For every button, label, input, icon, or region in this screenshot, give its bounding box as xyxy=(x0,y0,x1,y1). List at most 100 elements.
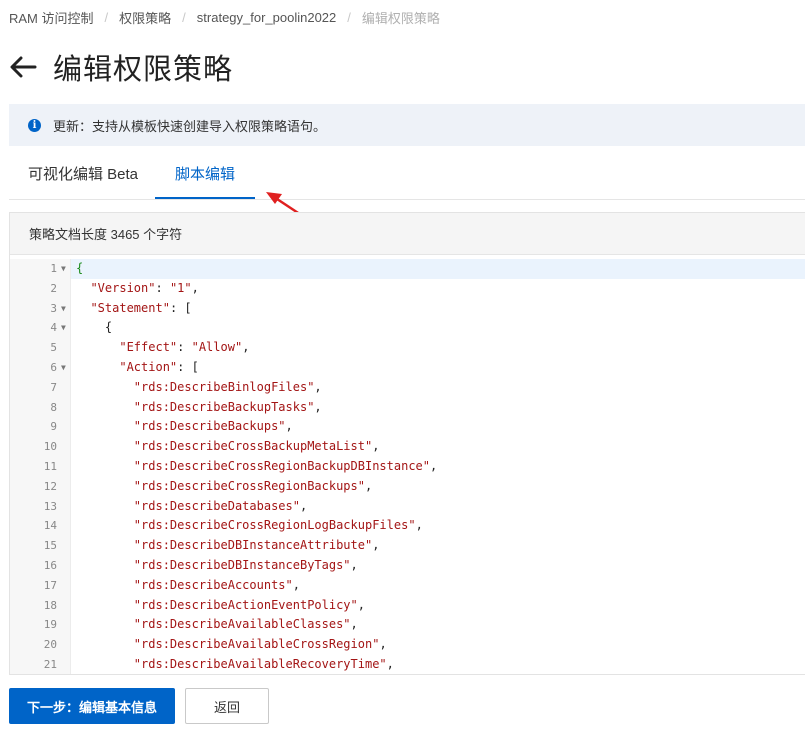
json-bracket: { xyxy=(104,320,113,335)
breadcrumb: RAM 访问控制 / 权限策略 / strategy_for_poolin202… xyxy=(9,8,440,26)
code-line: 5 "Effect": "Allow", xyxy=(10,338,805,358)
fold-toggle-icon[interactable]: ▼ xyxy=(61,358,66,378)
line-number: 1 xyxy=(50,262,57,275)
code-line: 14 "rds:DescribeCrossRegionLogBackupFile… xyxy=(10,516,805,536)
code-line: 9 "rds:DescribeBackups", xyxy=(10,417,805,437)
json-value: "rds:DescribeDatabases" xyxy=(133,498,300,513)
code-text: "rds:DescribeCrossRegionBackups", xyxy=(133,478,373,493)
info-icon: i xyxy=(28,118,41,132)
code-lines: 1 ▼{2 "Version": "1", 3 ▼ "Statement": [4 ▼ … xyxy=(10,259,805,674)
code-line: 4 ▼ { xyxy=(10,318,805,338)
breadcrumb-policies[interactable]: 权限策略 xyxy=(119,8,171,27)
next-step-button[interactable]: 下一步：编辑基本信息 xyxy=(9,688,175,724)
line-number: 2 xyxy=(50,281,57,295)
code-text: "rds:DescribeDatabases", xyxy=(133,498,308,513)
code-text: "rds:DescribeCrossRegionBackupDBInstance… xyxy=(133,458,438,473)
line-number: 19 xyxy=(43,618,57,632)
policy-editor: 策略文档长度 3465 个字符 1 ▼ {2 "Version": "1", 3 ▼ "… xyxy=(9,212,805,675)
title-row: 编辑权限策略 xyxy=(9,46,233,88)
json-key: "Effect" xyxy=(119,340,178,355)
json-value: "rds:DescribeCrossRegionLogBackupFiles" xyxy=(133,518,416,533)
json-value: "rds:DescribeCrossBackupMetaList" xyxy=(133,439,373,454)
line-number: 6 xyxy=(50,360,57,374)
code-text: "rds:DescribeCrossRegionLogBackupFiles", xyxy=(133,518,423,533)
line-number: 20 xyxy=(43,638,57,652)
tab-script-editor[interactable]: 脚本编辑 xyxy=(155,152,255,198)
code-line: 12 "rds:DescribeCrossRegionBackups", xyxy=(10,477,805,497)
code-line: 16 "rds:DescribeDBInstanceByTags", xyxy=(10,556,805,576)
json-value: "rds:DescribeDBInstanceByTags" xyxy=(133,557,351,572)
line-number: 21 xyxy=(43,657,57,671)
json-value: "rds:DescribeAvailableClasses" xyxy=(133,617,351,632)
editor-tabs: 可视化编辑 Beta 脚本编辑 xyxy=(9,152,805,200)
code-text: "Version": "1", xyxy=(90,280,199,295)
line-number: 14 xyxy=(43,519,57,533)
line-number: 15 xyxy=(43,539,57,553)
json-value: "Allow" xyxy=(191,340,243,355)
code-text: "rds:DescribeDBInstanceAttribute", xyxy=(133,538,380,553)
code-text: "rds:DescribeBinlogFiles", xyxy=(133,379,322,394)
json-bracket: { xyxy=(76,261,84,275)
json-key: "Statement" xyxy=(90,300,170,315)
code-text: "Effect": "Allow", xyxy=(119,340,250,355)
json-value: "rds:DescribeBinlogFiles" xyxy=(133,379,315,394)
code-line: 20 "rds:DescribeAvailableCrossRegion", xyxy=(10,635,805,655)
footer-actions: 下一步：编辑基本信息 返回 xyxy=(9,688,269,724)
line-number: 7 xyxy=(50,380,57,394)
json-value: "rds:DescribeBackupTasks" xyxy=(133,399,315,414)
breadcrumb-ram[interactable]: RAM 访问控制 xyxy=(9,8,94,27)
fold-toggle-icon[interactable]: ▼ xyxy=(61,318,66,338)
json-key: "Version" xyxy=(90,280,156,295)
code-text: "rds:DescribeCrossBackupMetaList", xyxy=(133,439,380,454)
breadcrumb-policy-name[interactable]: strategy_for_poolin2022 xyxy=(197,10,337,25)
line-number: 16 xyxy=(43,558,57,572)
code-text: "Action": [ xyxy=(119,359,199,374)
code-text: { xyxy=(71,318,805,338)
code-area[interactable]: 1 ▼{2 "Version": "1", 3 ▼ "Statement": [4 ▼ … xyxy=(10,259,805,674)
tab-visual-editor[interactable]: 可视化编辑 Beta xyxy=(28,152,138,198)
breadcrumb-separator: / xyxy=(347,9,351,25)
code-line: 15 "rds:DescribeDBInstanceAttribute", xyxy=(10,536,805,556)
line-number: 10 xyxy=(43,440,57,454)
fold-toggle-icon[interactable]: ▼ xyxy=(61,259,66,279)
json-value: "rds:DescribeAvailableCrossRegion" xyxy=(133,637,380,652)
json-bracket: [ xyxy=(184,300,192,315)
fold-toggle-icon[interactable]: ▼ xyxy=(61,299,66,319)
code-text: "Statement": [ xyxy=(90,300,192,315)
update-notice: i 更新：支持从模板快速创建导入权限策略语句。 xyxy=(9,104,805,146)
document-length: 策略文档长度 3465 个字符 xyxy=(10,213,805,255)
code-line: 1 ▼ { xyxy=(10,259,805,279)
page-title: 编辑权限策略 xyxy=(53,54,234,86)
code-line: 6 ▼ "Action": [ xyxy=(10,358,805,378)
line-number: 5 xyxy=(50,341,57,355)
code-line: 8 "rds:DescribeBackupTasks", xyxy=(10,398,805,418)
code-text: "rds:DescribeBackupTasks", xyxy=(133,399,322,414)
json-value: "rds:DescribeCrossRegionBackupDBInstance… xyxy=(133,458,431,473)
code-text: "rds:DescribeAccounts", xyxy=(133,577,300,592)
code-text: { xyxy=(71,259,805,279)
line-number: 13 xyxy=(43,499,57,513)
active-tab-indicator xyxy=(155,197,255,199)
code-line: 19 "rds:DescribeAvailableClasses", xyxy=(10,615,805,635)
breadcrumb-separator: / xyxy=(104,9,109,25)
code-text: "rds:DescribeAvailableCrossRegion", xyxy=(133,637,387,652)
json-value: "rds:DescribeAvailableRecoveryTime" xyxy=(133,656,387,671)
code-line: 11 "rds:DescribeCrossRegionBackupDBInsta… xyxy=(10,457,805,477)
line-number: 12 xyxy=(43,479,57,493)
breadcrumb-current: 编辑权限策略 xyxy=(361,10,440,26)
json-value: "rds:DescribeActionEventPolicy" xyxy=(133,597,358,612)
code-line: 13 "rds:DescribeDatabases", xyxy=(10,497,805,517)
code-text: "rds:DescribeBackups", xyxy=(133,419,293,434)
json-value: "rds:DescribeAccounts" xyxy=(133,577,293,592)
breadcrumb-separator: / xyxy=(182,9,186,25)
back-arrow-icon[interactable] xyxy=(9,52,39,82)
json-value: "rds:DescribeBackups" xyxy=(133,419,286,434)
line-number: 4 xyxy=(50,321,57,335)
code-text: "rds:DescribeAvailableRecoveryTime", xyxy=(133,656,394,671)
json-value: "1" xyxy=(169,280,192,295)
json-bracket: [ xyxy=(191,359,199,374)
code-line: 21 "rds:DescribeAvailableRecoveryTime", xyxy=(10,655,805,674)
back-button[interactable]: 返回 xyxy=(185,688,269,724)
line-number: 3 xyxy=(50,301,57,315)
line-number: 18 xyxy=(43,598,57,612)
